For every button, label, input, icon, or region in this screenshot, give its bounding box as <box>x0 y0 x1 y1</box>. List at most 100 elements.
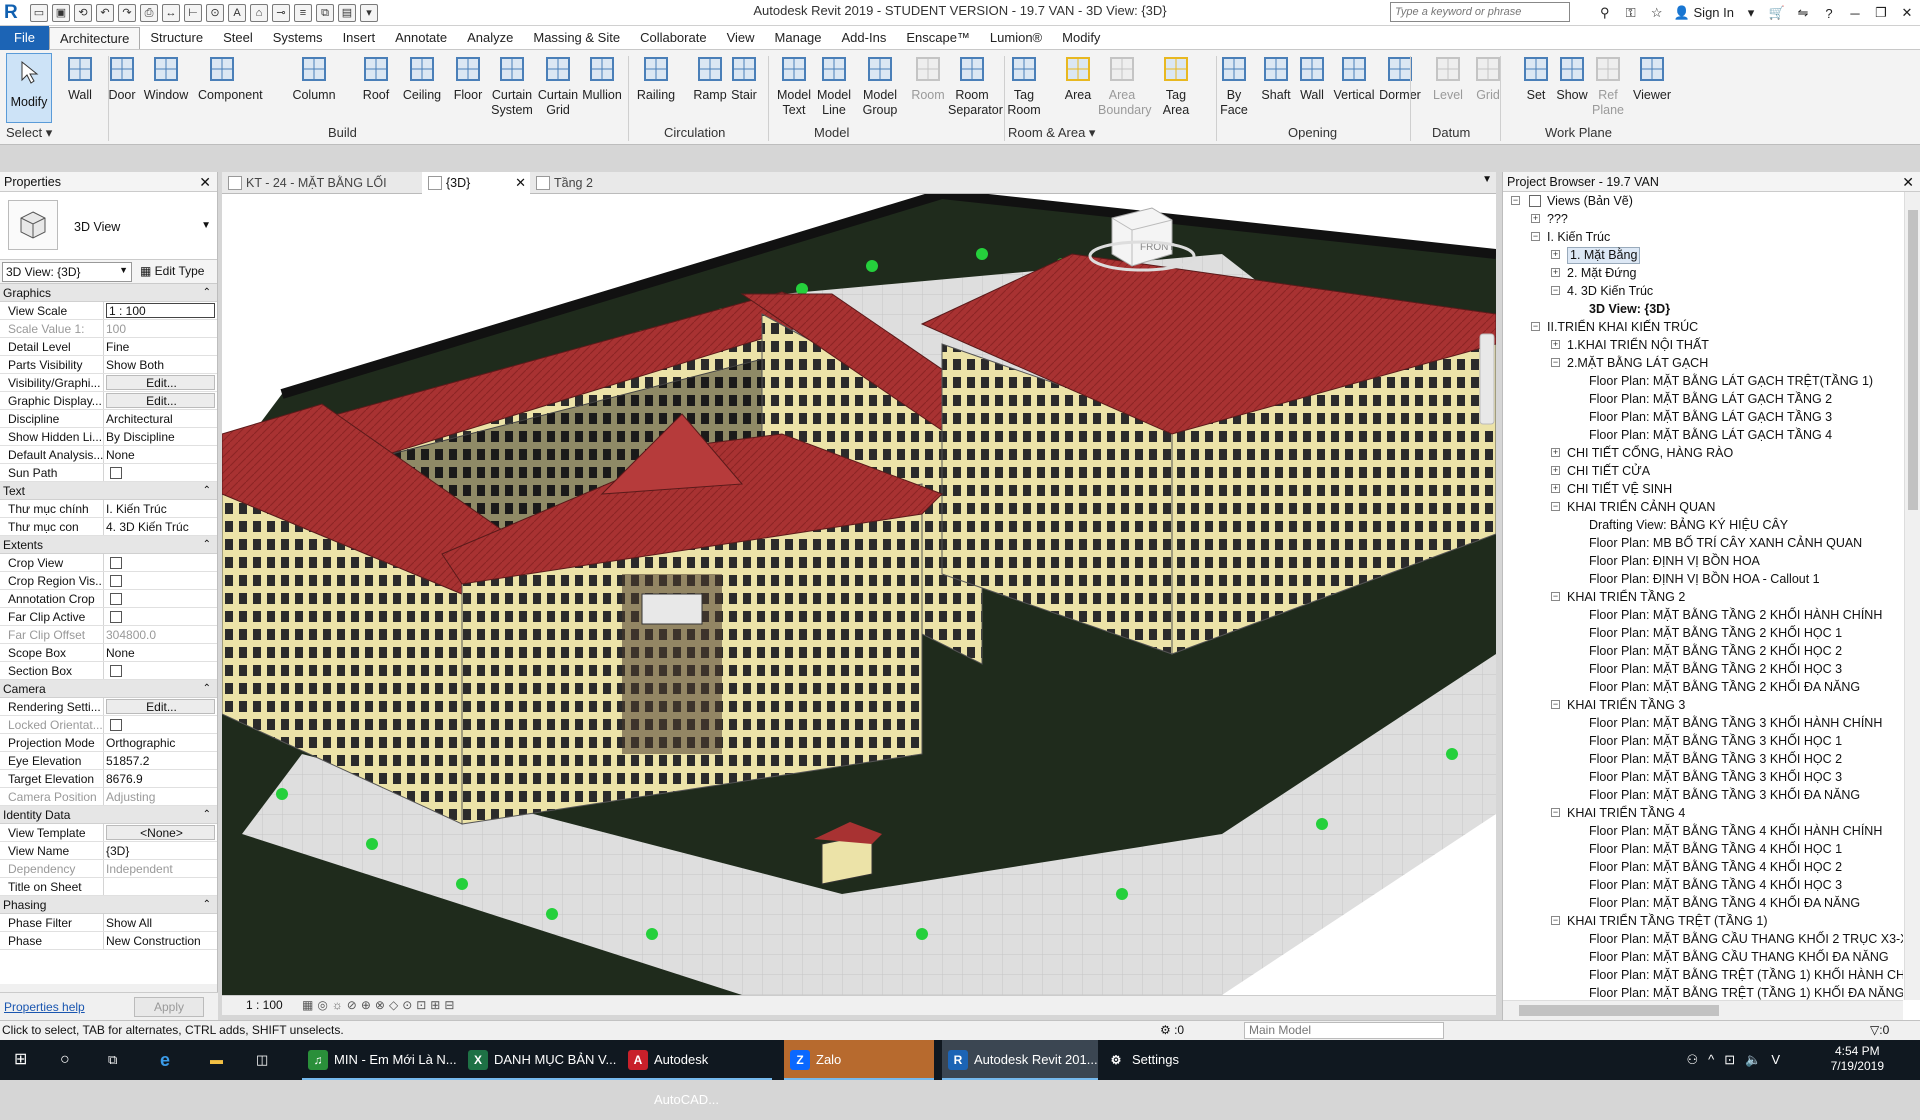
navigation-bar[interactable] <box>1479 333 1495 425</box>
tab-insert[interactable]: Insert <box>333 26 386 50</box>
property-value[interactable] <box>104 662 217 679</box>
vertical-scrollbar[interactable] <box>1904 192 1920 1000</box>
instance-selector[interactable]: 3D View: {3D} ▼ <box>2 262 132 282</box>
browser-node[interactable]: Floor Plan: MẶT BẰNG TẦNG 4 KHỐI HỌC 3 <box>1503 876 1903 894</box>
active-model-select[interactable]: Main Model <box>1244 1022 1444 1039</box>
room-button[interactable]: Room <box>904 52 952 103</box>
browser-node[interactable]: Floor Plan: MẶT BẰNG LÁT GẠCH TẦNG 3 <box>1503 408 1903 426</box>
collapse-icon[interactable]: − <box>1531 322 1540 331</box>
property-value[interactable]: None <box>104 644 217 661</box>
collapse-icon[interactable]: − <box>1551 700 1560 709</box>
ref-plane-button[interactable]: Ref Plane <box>1584 52 1632 118</box>
binoculars-icon[interactable]: ⚲ <box>1596 5 1614 21</box>
browser-node[interactable]: Drafting View: BẢNG KÝ HIỆU CÂY <box>1503 516 1903 534</box>
property-value[interactable]: 1 : 100 <box>106 303 215 318</box>
sign-in-button[interactable]: 👤 Sign In <box>1674 5 1734 21</box>
browser-node[interactable]: Floor Plan: MẶT BẰNG LÁT GẠCH TRỆT(TẦNG … <box>1503 372 1903 390</box>
close-icon[interactable]: ✕ <box>1898 5 1916 21</box>
door-button[interactable]: Door <box>98 52 146 103</box>
ceiling-button[interactable]: Ceiling <box>398 52 446 103</box>
browser-node[interactable]: Floor Plan: MẶT BẰNG TẦNG 4 KHỐI HỌC 2 <box>1503 858 1903 876</box>
browser-node[interactable]: − KHAI TRIỂN TẦNG 2 <box>1503 588 1903 606</box>
taskbar-app[interactable]: Z Zalo <box>784 1040 934 1080</box>
browser-node[interactable]: Floor Plan: MẶT BẰNG LÁT GẠCH TẦNG 4 <box>1503 426 1903 444</box>
area-boundary-button[interactable]: Area Boundary <box>1098 52 1152 118</box>
property-value[interactable]: 51857.2 <box>104 752 217 769</box>
tab-collaborate[interactable]: Collaborate <box>630 26 717 50</box>
antivirus-icon[interactable]: V <box>1771 1040 1780 1080</box>
collapse-icon[interactable]: − <box>1551 592 1560 601</box>
browser-node[interactable]: Floor Plan: MẶT BẰNG LÁT GẠCH TẦNG 2 <box>1503 390 1903 408</box>
tab-add-ins[interactable]: Add-Ins <box>832 26 897 50</box>
browser-node[interactable]: Floor Plan: MẶT BẰNG TẦNG 2 KHỐI HÀNH CH… <box>1503 606 1903 624</box>
chevron-down-icon[interactable]: ▾ <box>1742 5 1760 21</box>
property-value[interactable]: None <box>104 446 217 463</box>
browser-node[interactable]: −4. 3D Kiến Trúc <box>1503 282 1903 300</box>
browser-node[interactable]: Floor Plan: MẶT BẰNG TẦNG 4 KHỐI ĐA NĂNG <box>1503 894 1903 912</box>
edit-type-button[interactable]: ▦ Edit Type <box>140 264 204 278</box>
expand-icon[interactable]: + <box>1531 214 1540 223</box>
browser-node[interactable]: +1.KHAI TRIỂN NỘI THẤT <box>1503 336 1903 354</box>
close-icon[interactable]: ✕ <box>1902 172 1914 192</box>
browser-node[interactable]: Floor Plan: MẶT BẰNG TẦNG 3 KHỐI ĐA NĂNG <box>1503 786 1903 804</box>
taskbar-app[interactable]: A Autodesk AutoCAD... <box>622 1040 772 1107</box>
expand-icon[interactable]: + <box>1551 466 1560 475</box>
restore-icon[interactable]: ❐ <box>1872 5 1890 21</box>
browser-node[interactable]: − KHAI TRIỂN TẦNG TRỆT (TẦNG 1) <box>1503 912 1903 930</box>
tabs-dropdown-icon[interactable]: ▼ <box>1482 174 1492 185</box>
collapse-icon[interactable]: − <box>1551 808 1560 817</box>
browser-node[interactable]: +2. Mặt Đứng <box>1503 264 1903 282</box>
browser-node[interactable]: Floor Plan: MẶT BẰNG TẦNG 3 KHỐI HỌC 1 <box>1503 732 1903 750</box>
tab-systems[interactable]: Systems <box>263 26 333 50</box>
browser-node[interactable]: − I. Kiến Trúc <box>1503 228 1903 246</box>
railing-button[interactable]: Railing <box>632 52 680 103</box>
browser-node[interactable]: Floor Plan: ĐỊNH VỊ BỒN HOA - Callout 1 <box>1503 570 1903 588</box>
room-separator-button[interactable]: Room Separator <box>948 52 1003 118</box>
checkbox[interactable] <box>110 575 122 587</box>
wall-opening-button[interactable]: Wall <box>1288 52 1336 103</box>
property-value[interactable]: By Discipline <box>104 428 217 445</box>
vertical-button[interactable]: Vertical <box>1330 52 1378 103</box>
taskbar-app[interactable]: X DANH MỤC BẢN V... <box>462 1040 622 1080</box>
subscription-icon[interactable]: ⚿ <box>1622 5 1640 21</box>
windows-start-icon[interactable]: ⊞ <box>14 1040 27 1080</box>
browser-node[interactable]: + CHI TIẾT CỬA <box>1503 462 1903 480</box>
tag-room-button[interactable]: Tag Room <box>1000 52 1048 118</box>
browser-node[interactable]: Floor Plan: ĐỊNH VỊ BỒN HOA <box>1503 552 1903 570</box>
roof-button[interactable]: Roof <box>352 52 400 103</box>
grid-button[interactable]: Grid <box>1464 52 1512 103</box>
tab-enscape[interactable]: Enscape™ <box>896 26 980 50</box>
wall-button[interactable]: Wall <box>56 52 104 103</box>
3d-viewport[interactable]: FRONT <box>222 194 1496 995</box>
properties-help-link[interactable]: Properties help <box>4 1000 85 1014</box>
store-icon[interactable]: ◫ <box>256 1040 268 1080</box>
area-button[interactable]: Area <box>1054 52 1102 103</box>
stair-button[interactable]: Stair <box>720 52 768 103</box>
property-value[interactable] <box>104 590 217 607</box>
property-value[interactable]: Edit... <box>106 393 215 408</box>
collapse-icon[interactable]: − <box>1551 358 1560 367</box>
property-value[interactable]: Edit... <box>106 699 215 714</box>
collapse-icon[interactable]: − <box>1551 502 1560 511</box>
browser-node[interactable]: − KHAI TRIỂN TẦNG 4 <box>1503 804 1903 822</box>
taskbar-app[interactable]: ⚙ Settings <box>1100 1040 1210 1080</box>
property-value[interactable] <box>104 464 217 481</box>
property-value[interactable]: Orthographic <box>104 734 217 751</box>
browser-node[interactable]: Floor Plan: MẶT BẰNG TẦNG 2 KHỐI HỌC 2 <box>1503 642 1903 660</box>
tab-lumion[interactable]: Lumion® <box>980 26 1052 50</box>
component-button[interactable]: Component <box>198 52 263 103</box>
people-icon[interactable]: ⚇ <box>1686 1040 1698 1080</box>
browser-node[interactable]: Floor Plan: MẶT BẰNG TẦNG 3 KHỐI HỌC 2 <box>1503 750 1903 768</box>
expand-icon[interactable]: + <box>1551 268 1560 277</box>
tab-massing-site[interactable]: Massing & Site <box>523 26 630 50</box>
property-value[interactable] <box>104 878 217 895</box>
modify-button[interactable]: Modify <box>6 53 52 123</box>
browser-node[interactable]: Floor Plan: MB BỐ TRÍ CÂY XANH CẢNH QUAN <box>1503 534 1903 552</box>
filter-count[interactable]: ▽:0 <box>1870 1021 1889 1040</box>
browser-node[interactable]: Floor Plan: MẶT BẰNG TẦNG 2 KHỐI HỌC 1 <box>1503 624 1903 642</box>
dormer-button[interactable]: Dormer <box>1376 52 1424 103</box>
property-value[interactable]: <None> <box>106 825 215 840</box>
tab-file[interactable]: File <box>0 25 49 50</box>
tab-view[interactable]: View <box>717 26 765 50</box>
browser-node[interactable]: Floor Plan: MẶT BẰNG TẦNG 2 KHỐI HỌC 3 <box>1503 660 1903 678</box>
